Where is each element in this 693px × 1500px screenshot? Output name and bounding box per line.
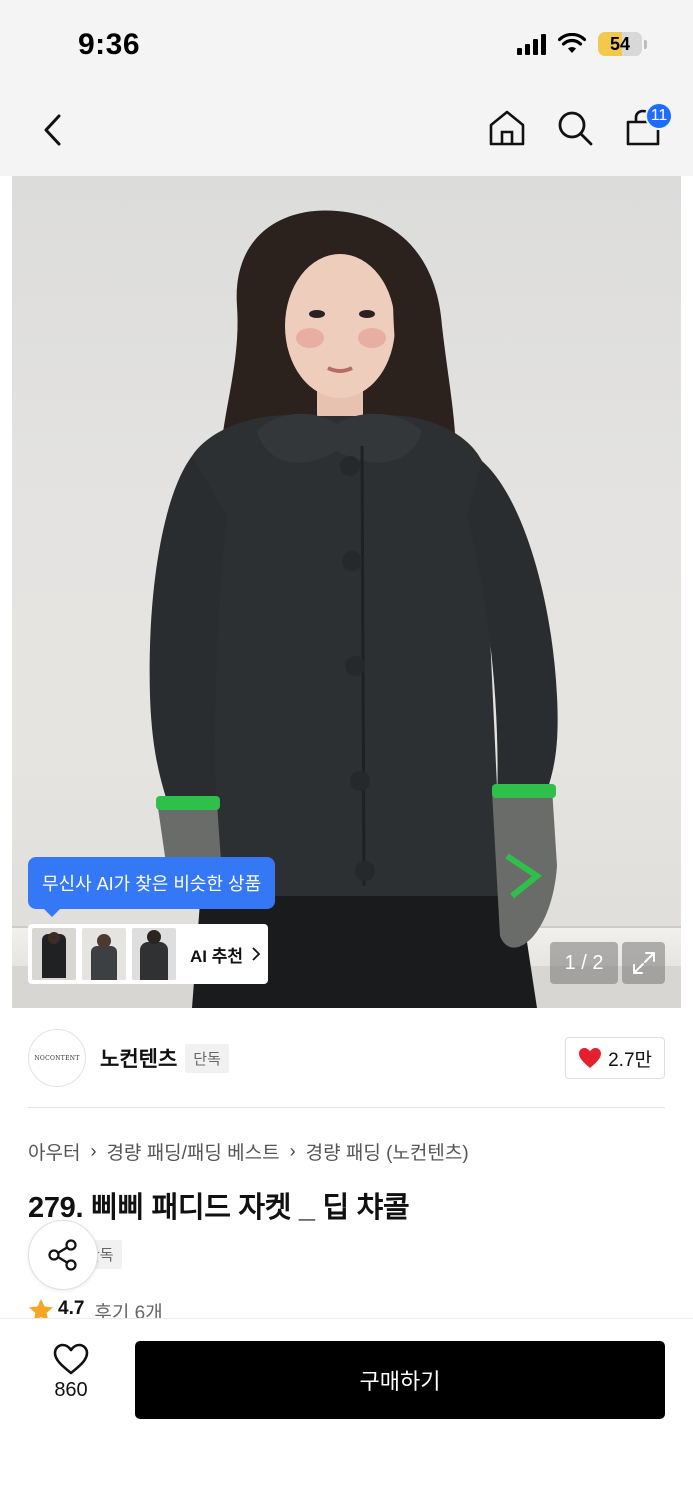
share-button[interactable] [28,1220,98,1290]
product-title: 279. 삐삐 패디드 자켓 _ 딥 챠콜 [28,1192,410,1224]
cart-button[interactable]: 11 [623,102,673,150]
wish-count: 860 [54,1379,88,1401]
ai-thumbnail[interactable] [132,928,176,980]
expand-image-button[interactable] [622,942,665,984]
bottom-action-bar: 860 구매하기 [0,1318,693,1500]
review-count: 후기 6개 [94,1303,163,1320]
chevron-right-icon: › [289,1141,296,1161]
chevron-left-icon [44,114,61,146]
ai-recommend-strip[interactable]: AI 추천 [28,924,268,984]
expand-icon [632,952,655,974]
ai-recommend-label: AI 추천 [190,946,244,966]
buy-button[interactable]: 구매하기 [135,1341,665,1419]
battery-icon: 54 [598,32,647,56]
chevron-right-icon [252,947,261,961]
ai-thumbnail[interactable] [32,928,76,980]
status-icons: 54 [517,32,647,56]
brand-like-button[interactable]: 2.7만 [565,1037,665,1079]
ai-thumbnail[interactable] [82,928,126,980]
breadcrumb: 아우터 › 경량 패딩/패딩 베스트 › 경량 패딩 (노컨텐츠) [28,1138,469,1165]
breadcrumb-item[interactable]: 경량 패딩 (노컨텐츠) [306,1138,469,1165]
signal-icon [517,33,546,55]
ai-similar-tooltip: 무신사 AI가 찾은 비슷한 상품 [28,857,276,917]
divider [28,1107,665,1108]
search-button[interactable] [555,106,595,150]
breadcrumb-item[interactable]: 아우터 [28,1138,80,1165]
brand-row: NOCONTENT 노컨텐츠 단독 2.7만 [28,1028,665,1088]
brand-name[interactable]: 노컨텐츠 [100,1043,177,1073]
rating-value: 4.7 [58,1298,85,1319]
cart-count-badge: 11 [645,102,673,130]
star-icon [29,1299,53,1320]
heart-outline-icon [53,1343,89,1375]
battery-level: 54 [609,33,631,54]
wish-button[interactable]: 860 [36,1343,106,1402]
home-button[interactable] [487,106,527,150]
image-page-indicator: 1 / 2 [550,942,618,984]
brand-logo[interactable]: NOCONTENT [28,1029,86,1087]
heart-filled-icon [579,1048,602,1068]
top-nav: 11 [0,92,693,176]
search-icon [558,111,593,146]
exclusive-badge: 단독 [185,1043,229,1073]
brand-like-count: 2.7만 [608,1049,652,1071]
rating-row[interactable]: 4.7 후기 6개 [28,1298,163,1320]
status-bar: 9:36 54 [0,0,693,92]
back-button[interactable] [34,110,70,150]
wifi-icon [558,33,586,53]
home-icon [489,110,525,146]
share-icon [48,1239,77,1271]
breadcrumb-item[interactable]: 경량 패딩/패딩 베스트 [106,1138,279,1165]
ai-recommend-link[interactable]: AI 추천 [190,942,261,967]
status-time: 9:36 [78,28,141,61]
chevron-right-icon: › [90,1141,97,1161]
